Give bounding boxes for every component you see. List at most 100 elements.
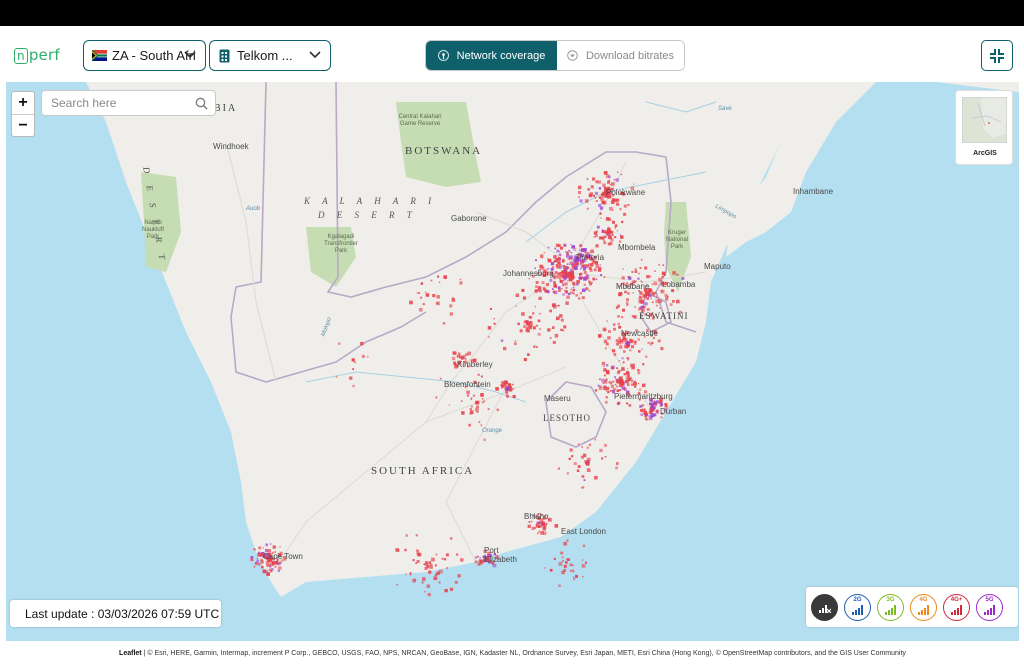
coverage-cell bbox=[475, 400, 479, 405]
coverage-cell bbox=[642, 293, 645, 296]
nperf-logo[interactable]: n perf bbox=[14, 44, 66, 66]
coverage-cell bbox=[583, 479, 586, 481]
zoom-in-button[interactable]: + bbox=[12, 92, 34, 114]
coverage-cell bbox=[567, 558, 570, 561]
legend-5g-button[interactable]: 5G bbox=[976, 594, 1003, 621]
zoom-out-button[interactable]: − bbox=[12, 114, 34, 136]
attribution-text: | © Esri, HERE, Garmin, Intermap, increm… bbox=[143, 650, 906, 657]
coverage-cell bbox=[539, 328, 541, 330]
coverage-cell bbox=[625, 301, 629, 305]
coverage-cell bbox=[474, 556, 478, 559]
coverage-cell bbox=[563, 564, 567, 568]
coverage-cell bbox=[570, 291, 573, 295]
coverage-cell bbox=[465, 353, 468, 356]
coverage-cell bbox=[416, 560, 420, 563]
coverage-map[interactable]: BIA Windhoek BOTSWANA K A L A H A R I D … bbox=[6, 82, 1019, 666]
last-update-box: Last update : 03/03/2026 07:59 UTC bbox=[10, 600, 221, 627]
coverage-cell bbox=[533, 345, 536, 348]
chevron-down-icon bbox=[184, 51, 196, 59]
coverage-cell bbox=[254, 548, 256, 550]
legend-no-signal-button[interactable] bbox=[811, 594, 838, 621]
exit-fullscreen-button[interactable] bbox=[981, 40, 1013, 71]
land-mass bbox=[6, 82, 1019, 597]
coverage-cell bbox=[660, 289, 663, 292]
coverage-cell bbox=[598, 196, 602, 199]
app-window: n perf ZA - South Afri Telkom ... Networ… bbox=[0, 26, 1024, 666]
legend-4g-button[interactable]: 4G bbox=[910, 594, 937, 621]
coverage-cell bbox=[480, 393, 484, 397]
coverage-cell bbox=[361, 354, 365, 358]
search-icon[interactable] bbox=[195, 97, 208, 110]
coverage-cell bbox=[566, 273, 570, 278]
coverage-cell bbox=[629, 377, 633, 380]
coverage-cell bbox=[570, 288, 572, 291]
map-label-kimberley: Kimberley bbox=[457, 360, 493, 369]
coverage-cell bbox=[588, 289, 591, 292]
coverage-cell bbox=[615, 383, 617, 386]
coverage-cell bbox=[615, 462, 619, 465]
coverage-cell bbox=[637, 369, 640, 372]
coverage-cell bbox=[578, 191, 581, 194]
coverage-cell bbox=[614, 376, 616, 378]
coverage-cell bbox=[429, 565, 433, 569]
coverage-cell bbox=[454, 580, 458, 584]
coverage-cell bbox=[634, 268, 637, 270]
coverage-cell bbox=[613, 387, 616, 391]
coverage-cell bbox=[578, 276, 581, 280]
coverage-cell bbox=[605, 396, 608, 399]
legend-4g-plus-button[interactable]: 4G+ bbox=[943, 594, 970, 621]
coverage-cell bbox=[642, 363, 645, 366]
legend-3g-button[interactable]: 3G bbox=[877, 594, 904, 621]
coverage-cell bbox=[477, 373, 480, 376]
coverage-cell bbox=[579, 199, 583, 203]
coverage-cell bbox=[604, 171, 607, 174]
coverage-cell bbox=[509, 383, 511, 385]
coverage-cell bbox=[634, 385, 636, 388]
search-input[interactable] bbox=[51, 96, 191, 110]
coverage-cell bbox=[656, 304, 658, 307]
coverage-cell bbox=[478, 559, 482, 563]
coverage-cell bbox=[562, 329, 565, 332]
leaflet-link[interactable]: Leaflet bbox=[119, 650, 142, 657]
coverage-cell bbox=[553, 284, 557, 288]
coverage-cell bbox=[535, 281, 539, 284]
coverage-cell bbox=[563, 325, 567, 329]
coverage-cell bbox=[616, 367, 618, 370]
coverage-cell bbox=[583, 277, 587, 281]
coverage-cell bbox=[604, 400, 608, 404]
tab-network-coverage[interactable]: Network coverage bbox=[426, 41, 557, 70]
coverage-cell bbox=[604, 374, 606, 377]
legend-2g-button[interactable]: 2G bbox=[844, 594, 871, 621]
tab-download-bitrates[interactable]: Download bitrates bbox=[557, 41, 684, 70]
coverage-cell bbox=[603, 196, 605, 198]
coverage-cell bbox=[640, 299, 644, 304]
coverage-cell bbox=[537, 319, 541, 323]
coverage-cell bbox=[651, 341, 654, 344]
basemap-switcher[interactable]: ArcGIS bbox=[955, 90, 1013, 165]
coverage-cell bbox=[547, 328, 551, 332]
coverage-cell bbox=[452, 351, 456, 355]
coverage-cell bbox=[575, 294, 578, 297]
coverage-cell bbox=[594, 438, 596, 441]
coverage-cell bbox=[439, 377, 442, 380]
coverage-cell bbox=[519, 329, 523, 333]
country-select[interactable]: ZA - South Afri bbox=[83, 40, 206, 71]
operator-select[interactable]: Telkom ... bbox=[209, 40, 331, 71]
coverage-cell bbox=[475, 407, 479, 412]
coverage-cell bbox=[572, 289, 575, 292]
basemap-thumbnail bbox=[962, 97, 1007, 143]
coverage-cell bbox=[560, 280, 562, 283]
coverage-cell bbox=[663, 273, 666, 276]
coverage-cell bbox=[607, 229, 611, 233]
legend-4g-label: 4G bbox=[919, 597, 928, 603]
logo-suffix: perf bbox=[28, 46, 60, 64]
coverage-cell bbox=[601, 378, 605, 383]
coverage-cell bbox=[279, 546, 281, 548]
map-label-port: Port bbox=[484, 546, 499, 555]
coverage-cell bbox=[569, 268, 572, 271]
map-mode-tabs: Network coverage Download bitrates bbox=[425, 40, 685, 71]
map-label-botswana: BOTSWANA bbox=[405, 145, 483, 157]
map-label-johannesburg: Johannesburg bbox=[503, 269, 554, 278]
coverage-cell bbox=[568, 278, 570, 280]
coverage-cell bbox=[639, 388, 642, 391]
